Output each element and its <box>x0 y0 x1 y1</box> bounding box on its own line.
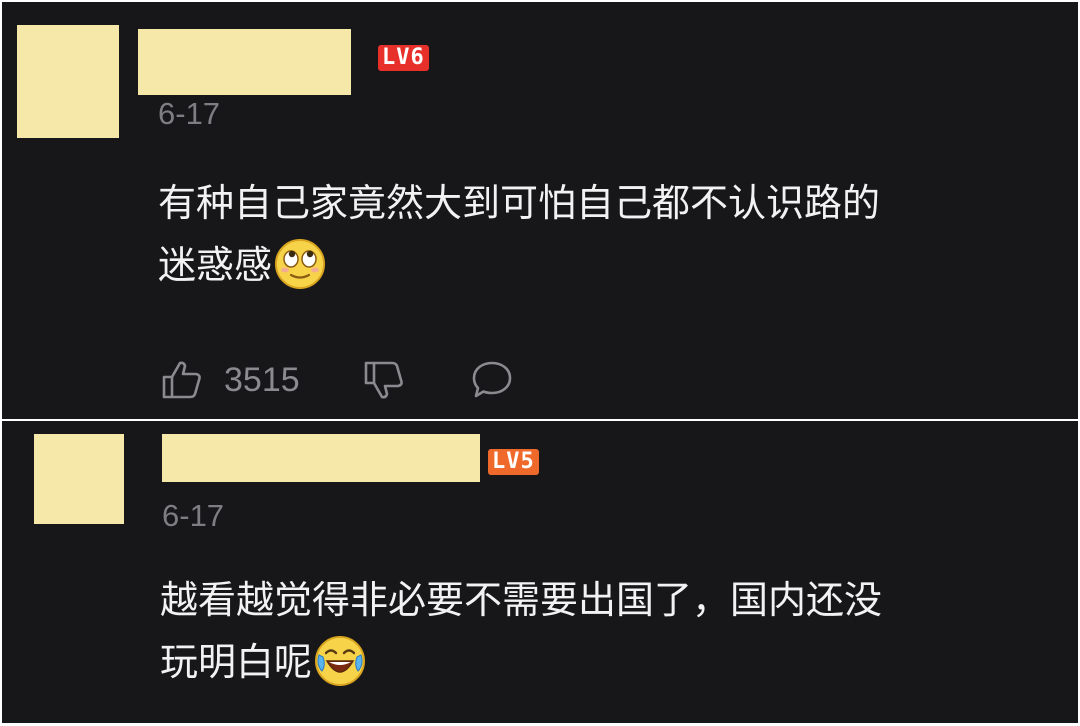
comment-text: 越看越觉得非必要不需要出国了，国内还没 玩明白呢 <box>160 569 1060 693</box>
level-badge: LV5 <box>488 449 539 475</box>
comment-text-line-2: 玩明白呢 <box>160 640 313 684</box>
comment-text-line: 迷惑感 <box>158 234 1058 296</box>
thumbs-up-icon <box>160 358 204 402</box>
like-count: 3515 <box>224 360 300 399</box>
username-redacted[interactable] <box>138 29 351 95</box>
reply-button[interactable] <box>470 358 514 402</box>
like-button[interactable]: 3515 <box>160 358 300 402</box>
thumbs-down-icon <box>362 358 406 402</box>
comment-bubble-icon <box>470 358 514 402</box>
comment-date: 6-17 <box>162 498 225 533</box>
comment-text-line-2: 迷惑感 <box>158 243 273 287</box>
dislike-button[interactable] <box>362 358 406 402</box>
comment-text: 有种自己家竟然大到可怕自己都不认识路的 迷惑感 <box>158 172 1058 296</box>
comment-item: LV5 6-17 越看越觉得非必要不需要出国了，国内还没 玩明白呢 <box>2 421 1078 723</box>
avatar[interactable] <box>34 434 124 524</box>
rolling-eyes-emoji <box>275 239 326 289</box>
avatar[interactable] <box>17 25 119 138</box>
comment-item: LV6 6-17 有种自己家竟然大到可怕自己都不认识路的 迷惑感 3515 <box>2 2 1078 419</box>
comment-text-line: 玩明白呢 <box>160 631 1060 693</box>
laughing-crying-emoji <box>315 636 366 686</box>
comment-actions: 3515 <box>160 357 514 403</box>
comment-date: 6-17 <box>158 96 221 131</box>
comment-text-line: 有种自己家竟然大到可怕自己都不认识路的 <box>158 181 881 225</box>
comment-text-line: 越看越觉得非必要不需要出国了，国内还没 <box>160 578 883 622</box>
comment-list: LV6 6-17 有种自己家竟然大到可怕自己都不认识路的 迷惑感 3515 LV… <box>0 0 1080 726</box>
level-badge: LV6 <box>378 45 429 71</box>
username-redacted[interactable] <box>162 434 480 482</box>
